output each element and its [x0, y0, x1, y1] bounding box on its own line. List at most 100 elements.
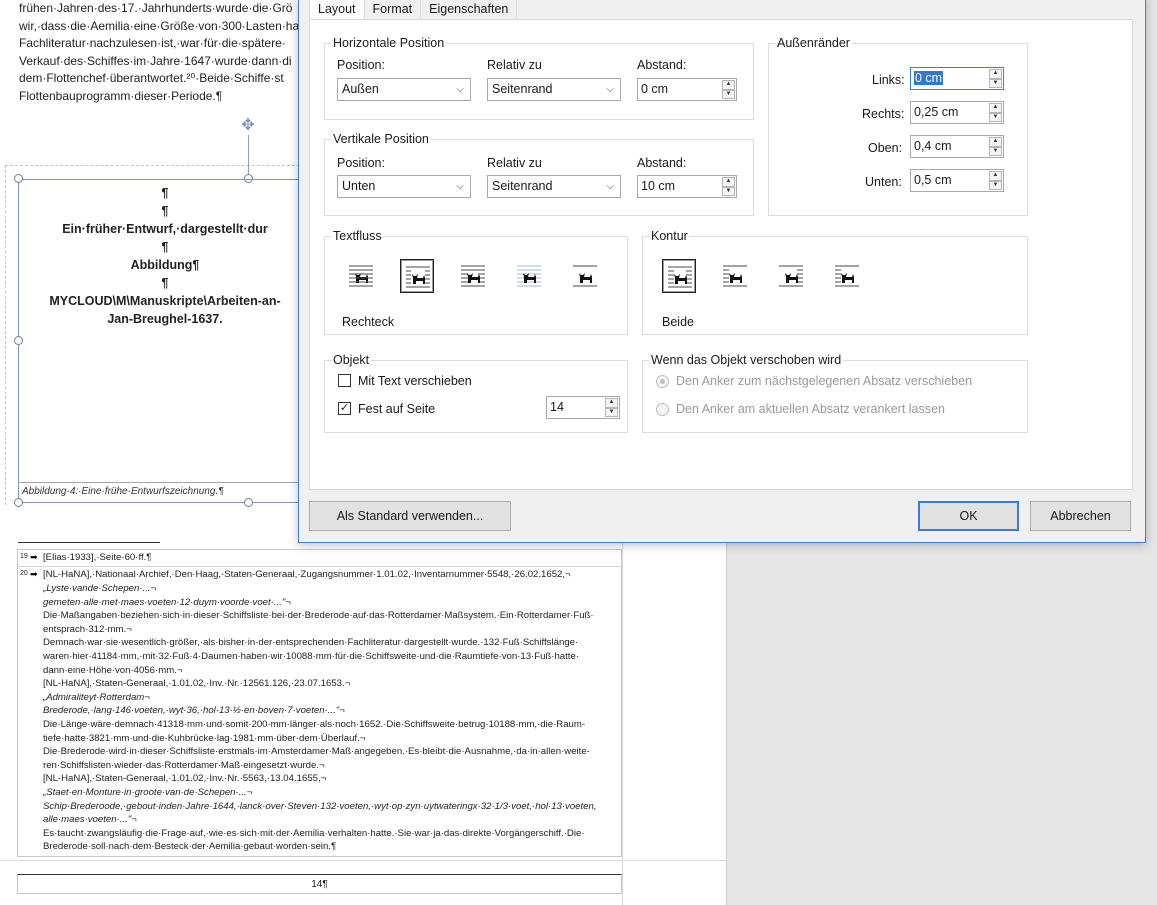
footnote-line[interactable]: alle·maes·voeten·..."¬	[43, 813, 623, 827]
body-line[interactable]: frühen·Jahren·des·17.·Jahrhunderts·wurde…	[19, 0, 309, 18]
frame-line[interactable]: ¶	[20, 274, 310, 292]
footnote-line[interactable]: gemeten·alle·met·maes·voeten·12·duym·voo…	[43, 596, 623, 610]
body-line[interactable]: Fachliteratur·nachzulesen·ist,·war·für·d…	[19, 35, 309, 53]
body-line[interactable]: Flottenbauprogramm·dieser·Periode.¶	[19, 88, 309, 106]
spin-down-icon: ▼	[722, 89, 735, 99]
contour-right-icon[interactable]	[774, 259, 808, 293]
contour-selected-label: Beide	[662, 315, 694, 329]
layout-dialog[interactable]: Layout Format Eigenschaften Horizontale …	[298, 0, 1146, 543]
group-title: Kontur	[651, 229, 688, 243]
tab-format[interactable]: Format	[363, 0, 422, 20]
wrap-rectangle-icon[interactable]	[400, 259, 434, 293]
footnote-line[interactable]: Es·taucht·zwangsläufig·die·Frage·auf,·wi…	[43, 827, 623, 841]
frame-line[interactable]: Abbildung¶	[20, 256, 310, 274]
set-default-button[interactable]: Als Standard verwenden...	[309, 501, 511, 531]
horizontal-position-select[interactable]: Außen ⌵	[337, 78, 471, 101]
page-number-input[interactable]: 14 ▲ ▼	[546, 396, 620, 419]
vertical-position-select[interactable]: Unten ⌵	[337, 175, 471, 198]
resize-handle-bottom[interactable]	[244, 498, 253, 507]
footnote-line[interactable]: Die·Länge·wäre·demnach·41318·mm·und·somi…	[43, 718, 623, 732]
page-margin-line-bottom	[0, 860, 727, 861]
footnote-line[interactable]: waren·hier·41184·mm,·mit·32·Fuß·4·Daumen…	[43, 650, 623, 664]
fix-on-page-label[interactable]: Fest auf Seite	[358, 402, 435, 416]
wrap-through-icon[interactable]	[512, 259, 546, 293]
tab-arrow-icon: ➡	[30, 552, 38, 562]
frame-line[interactable]: ¶	[20, 238, 310, 256]
footnote-divider	[18, 566, 621, 567]
margin-right-input[interactable]: 0,25 cm ▲ ▼	[910, 101, 1004, 124]
tab-properties[interactable]: Eigenschaften	[420, 0, 518, 20]
move-handle-icon[interactable]: ✥	[239, 117, 257, 135]
wrap-top-bottom-icon[interactable]	[568, 259, 602, 293]
fix-on-page-checkbox[interactable]: ✓	[338, 402, 351, 415]
spin-up-icon: ▲	[605, 398, 618, 408]
body-line[interactable]: Verkauf·des·Schiffes·im·Jahre·1647·wurde…	[19, 53, 309, 71]
footnote-line[interactable]: ren·Schiffslisten·wieder·das·Rotterdamer…	[43, 759, 623, 773]
ok-button[interactable]: OK	[918, 501, 1019, 531]
anchor-guide	[5, 165, 300, 166]
anchor-keep-label[interactable]: Den Anker am aktuellen Absatz verankert …	[676, 402, 945, 416]
handle-connector	[248, 135, 249, 179]
frame-line[interactable]: Jan-Breughel-1637.	[20, 310, 310, 328]
contour-largest-icon[interactable]	[830, 259, 864, 293]
anchor-move-label[interactable]: Den Anker zum nächstgelegenen Absatz ver…	[676, 374, 972, 388]
footnote-line[interactable]: „Lyste·vande·Schepen·...¬	[43, 582, 623, 596]
footnote-line[interactable]: dann·eine·Höhe·von·4056·mm.¬	[43, 664, 623, 678]
frame-line[interactable]: ¶	[20, 202, 310, 220]
cancel-button[interactable]: Abbrechen	[1030, 501, 1131, 531]
group-title: Wenn das Objekt verschoben wird	[651, 353, 842, 367]
horizontal-relative-label: Relativ zu	[487, 58, 542, 72]
margin-bottom-label: Unten:	[865, 175, 902, 189]
vertical-relative-select[interactable]: Seitenrand ⌵	[487, 175, 621, 198]
wrap-tight-icon[interactable]	[456, 259, 490, 293]
body-line[interactable]: wir,·dass·die·Aemilia·eine·Größe·von·300…	[19, 18, 309, 36]
move-with-text-label[interactable]: Mit Text verschieben	[358, 374, 472, 388]
tab-bar: Layout Format Eigenschaften	[309, 0, 518, 21]
frame-line[interactable]: ¶	[20, 184, 310, 202]
margin-top-input[interactable]: 0,4 cm ▲ ▼	[910, 135, 1004, 158]
frame-line[interactable]: Ein·früher·Entwurf,·dargestellt·dur	[20, 220, 310, 238]
resize-handle-bottom-left[interactable]	[14, 498, 23, 507]
footnote-text[interactable]: [NL-HaNA],·Nationaal·Archief,·Den·Haag,·…	[43, 568, 623, 582]
footnote-line[interactable]: [NL-HaNA],·Staten-Generaal,·1.01.02,·Inv…	[43, 677, 623, 691]
group-title: Textfluss	[333, 229, 382, 243]
footnote-line[interactable]: Die·Maßangaben·beziehen·sich·in·dieser·S…	[43, 609, 623, 623]
body-line[interactable]: dem·Flottenchef·überantwortet.²⁰·Beide·S…	[19, 70, 309, 88]
footnote-line[interactable]: Brederode·soll·nach·dem·Besteck·der·Aemi…	[43, 840, 623, 854]
anchor-move-radio[interactable]	[656, 375, 669, 388]
resize-handle-top-left[interactable]	[14, 174, 23, 183]
footnote-text[interactable]: [Elias·1933],·Seite·60·ff.¶	[43, 551, 623, 565]
footnote-line[interactable]: [NL-HaNA],·Staten-Generaal,·1.01.02,·Inv…	[43, 772, 623, 786]
footnote-line[interactable]: tiefe·hatte·3821·mm·und·die·Kuhbrücke·la…	[43, 732, 623, 746]
footnote-line[interactable]: Brederode,·lang·146·voeten,·wyt·36,·hol·…	[43, 704, 623, 718]
footnote-line[interactable]: „Admiraliteyt·Rotterdam¬	[43, 691, 623, 705]
wrap-none-icon[interactable]	[344, 259, 378, 293]
footnote-line[interactable]: „Staet·en·Monture·in·groote·van·de·Schep…	[43, 786, 623, 800]
contour-both-icon[interactable]	[662, 259, 696, 293]
spin-down-icon: ▼	[989, 78, 1002, 88]
resize-handle-left[interactable]	[14, 336, 23, 345]
tab-layout[interactable]: Layout	[309, 0, 365, 21]
vertical-distance-input[interactable]: 10 cm ▲ ▼	[637, 175, 737, 198]
body-text[interactable]: frühen·Jahren·des·17.·Jahrhunderts·wurde…	[19, 0, 309, 105]
horizontal-relative-select[interactable]: Seitenrand ⌵	[487, 78, 621, 101]
footnote-area[interactable]: 19 ➡ [Elias·1933],·Seite·60·ff.¶ 20 ➡ [N…	[17, 549, 622, 857]
frame-line[interactable]: MYCLOUD\M\Manuskripte\Arbeiten-an-	[20, 292, 310, 310]
margin-bottom-input[interactable]: 0,5 cm ▲ ▼	[910, 169, 1004, 192]
contour-left-icon[interactable]	[718, 259, 752, 293]
chevron-down-icon: ⌵	[606, 84, 614, 95]
move-with-text-checkbox[interactable]	[338, 374, 351, 387]
page-number[interactable]: 14¶	[17, 874, 622, 894]
textflow-selected-label: Rechteck	[342, 315, 395, 329]
margin-left-input[interactable]: 0 cm ▲ ▼	[910, 67, 1004, 90]
figure-caption[interactable]: Abbildung·4:·Eine·frühe·Entwurfszeichnun…	[22, 486, 224, 497]
footnote-line[interactable]: Die·Brederode·wird·in·dieser·Schiffslist…	[43, 745, 623, 759]
footnote-line[interactable]: entsprach·312·mm.¬	[43, 623, 623, 637]
footnote-line[interactable]: Schip·Brederoode,·gebout·inden·Jahre·164…	[43, 800, 623, 814]
horizontal-distance-input[interactable]: 0 cm ▲ ▼	[637, 78, 737, 101]
footnote-line[interactable]: Demnach·war·sie·wesentlich·größer,·als·b…	[43, 636, 623, 650]
anchor-keep-radio[interactable]	[656, 403, 669, 416]
tab-panel-layout: Horizontale Position Position: Außen ⌵ Re…	[309, 19, 1133, 490]
spin-down-icon: ▼	[989, 180, 1002, 190]
spin-up-icon: ▲	[722, 80, 735, 90]
